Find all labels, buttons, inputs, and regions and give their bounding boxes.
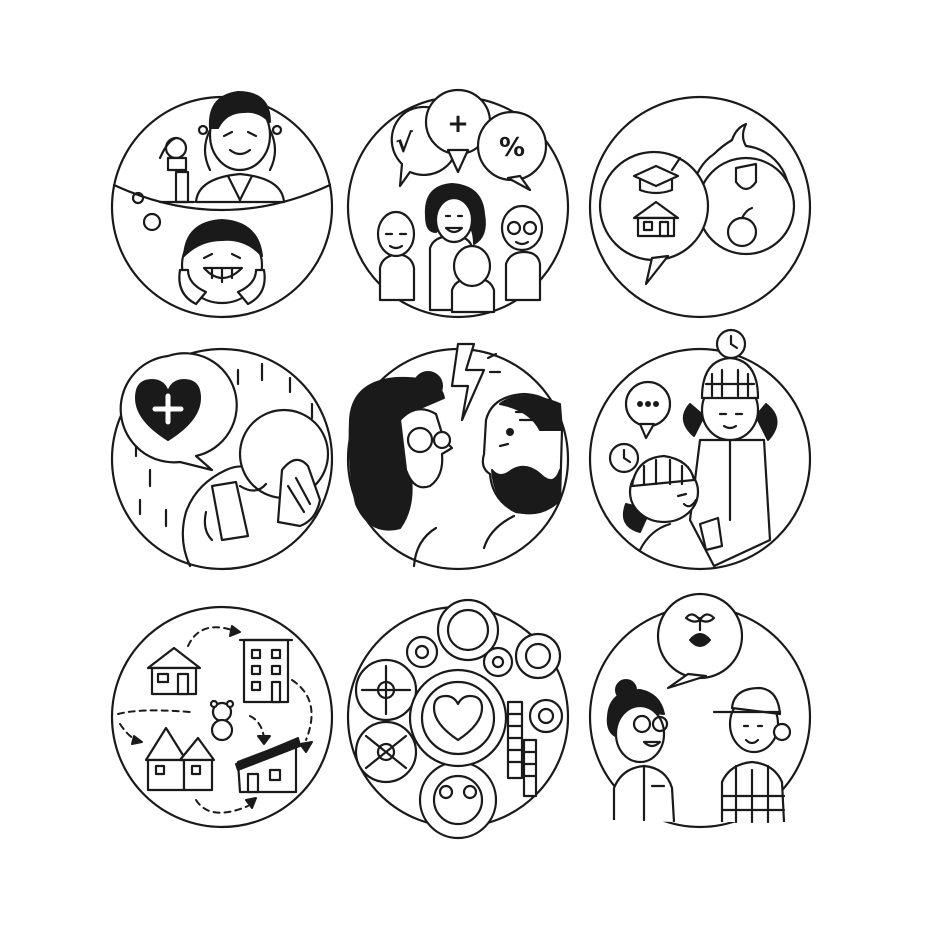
person-left-icon (378, 212, 414, 300)
plus-symbol: + (447, 109, 469, 139)
woman-glasses-icon (608, 680, 674, 822)
lightning-bolt-icon (452, 344, 484, 420)
bearded-man-icon (483, 394, 562, 548)
man-cap-icon (714, 688, 790, 822)
person-right-glasses-icon (502, 206, 542, 300)
apple-icon (728, 218, 756, 246)
tile-speech-bubbles (590, 97, 810, 317)
microscope-icon (160, 138, 194, 202)
townhouse-icon (146, 728, 214, 790)
heart-plus-bubble-icon (121, 353, 237, 470)
teddy-bear-icon (211, 701, 233, 740)
percent-bubble: % (478, 112, 546, 190)
tile-kids-waiting (590, 330, 810, 569)
right-bubble (693, 124, 794, 254)
thought-bubble-icon (144, 214, 160, 230)
person-right-icon (240, 410, 328, 526)
tile-conflict (348, 344, 568, 569)
woman-glasses-icon (350, 372, 452, 566)
sprout-bubble-icon (658, 594, 742, 688)
girl-beanie-icon (684, 358, 777, 566)
tile-housing-path (112, 607, 332, 827)
percent-symbol: % (499, 133, 525, 163)
ellipsis-bubble-icon (626, 382, 670, 438)
tile-gears-heart (348, 600, 568, 838)
apartment-building-icon (240, 640, 292, 702)
left-bubble (600, 152, 708, 284)
house-icon (148, 648, 200, 694)
illustration-canvas: √ + % (0, 0, 935, 935)
tile-farmers (590, 594, 810, 827)
modern-house-icon (236, 738, 300, 792)
shield-icon (736, 164, 756, 189)
tile-doctor (112, 92, 332, 317)
tile-math-group: √ + % (348, 90, 568, 317)
tile-health-call (112, 349, 332, 569)
person-with-phone-icon (183, 466, 254, 566)
clock-icon-small (610, 444, 638, 472)
heart-gear-icon (410, 670, 506, 766)
phone-icon (212, 482, 248, 540)
sqrt-symbol: √ (395, 129, 413, 159)
clock-icon (717, 330, 745, 358)
person-back-icon (452, 246, 494, 312)
happy-patient-icon (179, 220, 264, 304)
